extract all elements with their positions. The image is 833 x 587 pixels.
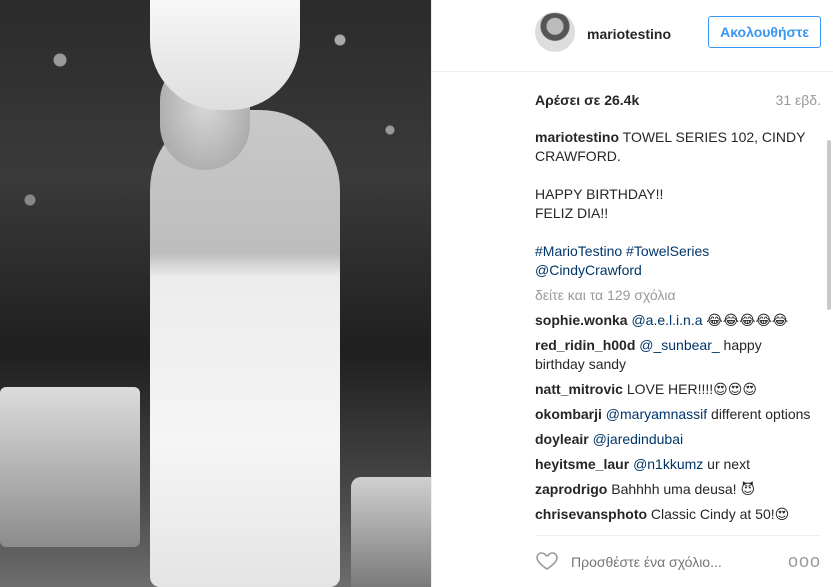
follow-button[interactable]: Ακολουθήστε <box>708 16 821 48</box>
like-heart-icon[interactable] <box>535 548 571 575</box>
caption-mention[interactable]: @CindyCrawford <box>535 261 815 280</box>
photo-subject-body <box>150 110 340 587</box>
caption-tags: #MarioTestino #TowelSeries @CindyCrawfor… <box>535 242 815 280</box>
likes-count[interactable]: Αρέσει σε 26.4k <box>535 92 639 108</box>
comment-text: Classic Cindy at 50!😍 <box>650 506 790 522</box>
caption-birthday: HAPPY BIRTHDAY!! FELIZ DIA!! <box>535 185 815 223</box>
comment-username[interactable]: zaprodrigo <box>535 481 607 497</box>
comment-username[interactable]: okombarji <box>535 406 602 422</box>
comments-list[interactable]: mariotestino TOWEL SERIES 102, CINDY CRA… <box>535 128 815 527</box>
comment-username[interactable]: natt_mitrovic <box>535 381 623 397</box>
comment-mention[interactable]: @jaredindubai <box>593 431 684 447</box>
comment-item: doyleair @jaredindubai <box>535 430 815 449</box>
photo-background-couch <box>0 387 140 547</box>
add-comment-input[interactable] <box>571 553 788 570</box>
likes-row: Αρέσει σε 26.4k 31 εβδ. <box>535 92 821 108</box>
comment-username[interactable]: chrisevansphoto <box>535 506 647 522</box>
comment-mention[interactable]: @n1kkumz <box>633 456 703 472</box>
comment-item: heyitsme_laur @n1kkumz ur next <box>535 455 815 474</box>
comment-text: Bahhhh uma deusa! 😈 <box>611 481 756 497</box>
comment-username[interactable]: sophie.wonka <box>535 312 628 328</box>
comment-item: sophie.wonka @a.e.l.i.n.a 😂😂😂😂😂 <box>535 311 815 330</box>
post-sidebar: mariotestino Ακολουθήστε Αρέσει σε 26.4k… <box>431 0 833 587</box>
comment-text: LOVE HER!!!!😍😍😍 <box>626 381 757 397</box>
comment-username[interactable]: heyitsme_laur <box>535 456 629 472</box>
comment-text: different options <box>707 406 811 422</box>
comment-footer: ooo <box>535 535 821 587</box>
comment-item: red_ridin_h00d @_sunbear_ happy birthday… <box>535 336 815 374</box>
comment-username[interactable]: doyleair <box>535 431 589 447</box>
caption-line3: FELIZ DIA!! <box>535 205 609 221</box>
view-all-comments-link[interactable]: δείτε και τα 129 σχόλια <box>535 286 815 305</box>
comment-item: natt_mitrovic LOVE HER!!!!😍😍😍 <box>535 380 815 399</box>
post-username[interactable]: mariotestino <box>587 26 671 42</box>
post-time[interactable]: 31 εβδ. <box>776 92 821 108</box>
photo-background-couch-right <box>351 477 431 587</box>
more-options-icon[interactable]: ooo <box>788 551 821 572</box>
avatar[interactable] <box>535 12 575 52</box>
comments-scrollbar[interactable] <box>827 140 831 310</box>
caption-username[interactable]: mariotestino <box>535 129 619 145</box>
comment-mention[interactable]: @a.e.l.i.n.a <box>631 312 702 328</box>
post-photo[interactable] <box>0 0 431 587</box>
caption-line2: HAPPY BIRTHDAY!! <box>535 186 664 202</box>
comment-text: ur next <box>703 456 750 472</box>
caption-hashtags[interactable]: #MarioTestino #TowelSeries <box>535 242 815 261</box>
caption: mariotestino TOWEL SERIES 102, CINDY CRA… <box>535 128 815 166</box>
comment-username[interactable]: red_ridin_h00d <box>535 337 635 353</box>
post-header: mariotestino Ακολουθήστε <box>432 0 833 72</box>
comment-item: zaprodrigo Bahhhh uma deusa! 😈 <box>535 480 815 499</box>
comment-mention[interactable]: @_sunbear_ <box>639 337 719 353</box>
comment-mention[interactable]: @maryamnassif <box>606 406 707 422</box>
comment-item: chrisevansphoto Classic Cindy at 50!😍 <box>535 505 815 524</box>
comment-text: 😂😂😂😂😂 <box>702 312 789 328</box>
comment-item: okombarji @maryamnassif different option… <box>535 405 815 424</box>
